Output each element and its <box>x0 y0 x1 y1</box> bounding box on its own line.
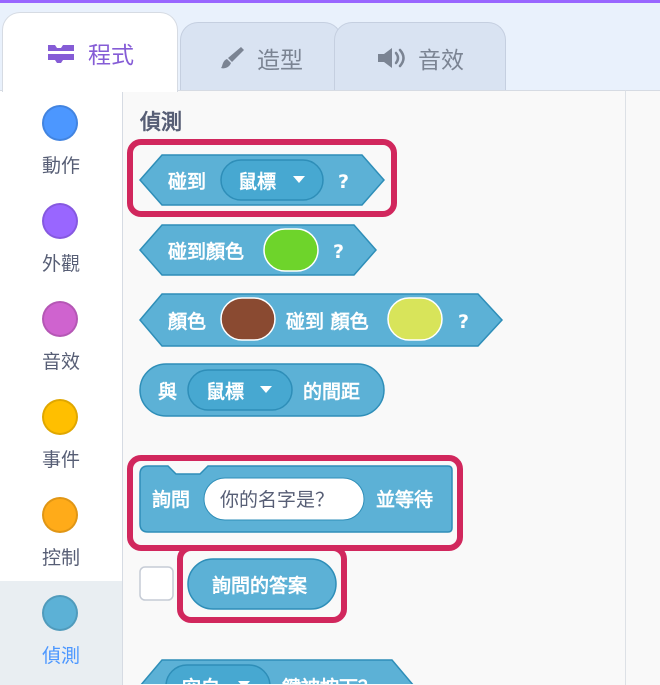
palette-blocks: 碰到 鼠標 ? 碰到顏色 ? 顏色 碰到 顏色 ? 與 鼠標 的間距 詢問 你的… <box>127 139 504 684</box>
touching-color-block[interactable]: 碰到顏色 ? <box>139 224 377 276</box>
distance-dropdown[interactable]: 鼠標 <box>187 369 293 411</box>
dropdown-value: 鼠標 <box>238 170 276 193</box>
color-swatch-input[interactable] <box>387 297 443 341</box>
tab-code-label: 程式 <box>88 42 134 69</box>
block-label: ? <box>333 241 344 263</box>
block-label: 鍵被按下？ <box>282 676 377 684</box>
block-label: ? <box>458 311 469 333</box>
color-touching-color-block[interactable]: 顏色 碰到 顏色 ? <box>139 293 504 347</box>
key-pressed-block[interactable]: 空白 鍵被按下？ <box>140 659 414 684</box>
code-icon <box>46 42 76 64</box>
color-swatch-input[interactable] <box>220 297 276 341</box>
key-dropdown[interactable]: 空白 <box>165 664 271 684</box>
ask-and-wait-block[interactable]: 詢問 你的名字是？ 並等待 <box>139 465 453 533</box>
block-label: 與 <box>158 380 177 403</box>
block-label: 詢問 <box>152 488 190 511</box>
question-input-value: 你的名字是？ <box>220 489 334 511</box>
touching-dropdown[interactable]: 鼠標 <box>220 159 324 201</box>
block-label: 詢問的答案 <box>212 574 308 597</box>
block-label: 碰到 顏色 <box>286 310 369 333</box>
block-label: 並等待 <box>376 488 433 511</box>
dropdown-value: 空白 <box>182 676 220 684</box>
answer-monitor-checkbox[interactable] <box>139 566 174 601</box>
block-label: 碰到 <box>168 170 206 193</box>
block-label: 的間距 <box>303 380 360 403</box>
block-label: ? <box>338 171 349 193</box>
block-label: 碰到顏色 <box>168 240 244 263</box>
tab-code[interactable]: 程式 <box>2 12 178 92</box>
block-label: 顏色 <box>168 310 206 333</box>
color-swatch-input[interactable] <box>263 228 319 272</box>
distance-to-block[interactable]: 與 鼠標 的間距 <box>139 363 385 417</box>
answer-reporter[interactable]: 詢問的答案 <box>187 558 337 610</box>
touching-block[interactable]: 碰到 鼠標 ? <box>139 154 385 206</box>
dropdown-value: 鼠標 <box>206 380 244 403</box>
